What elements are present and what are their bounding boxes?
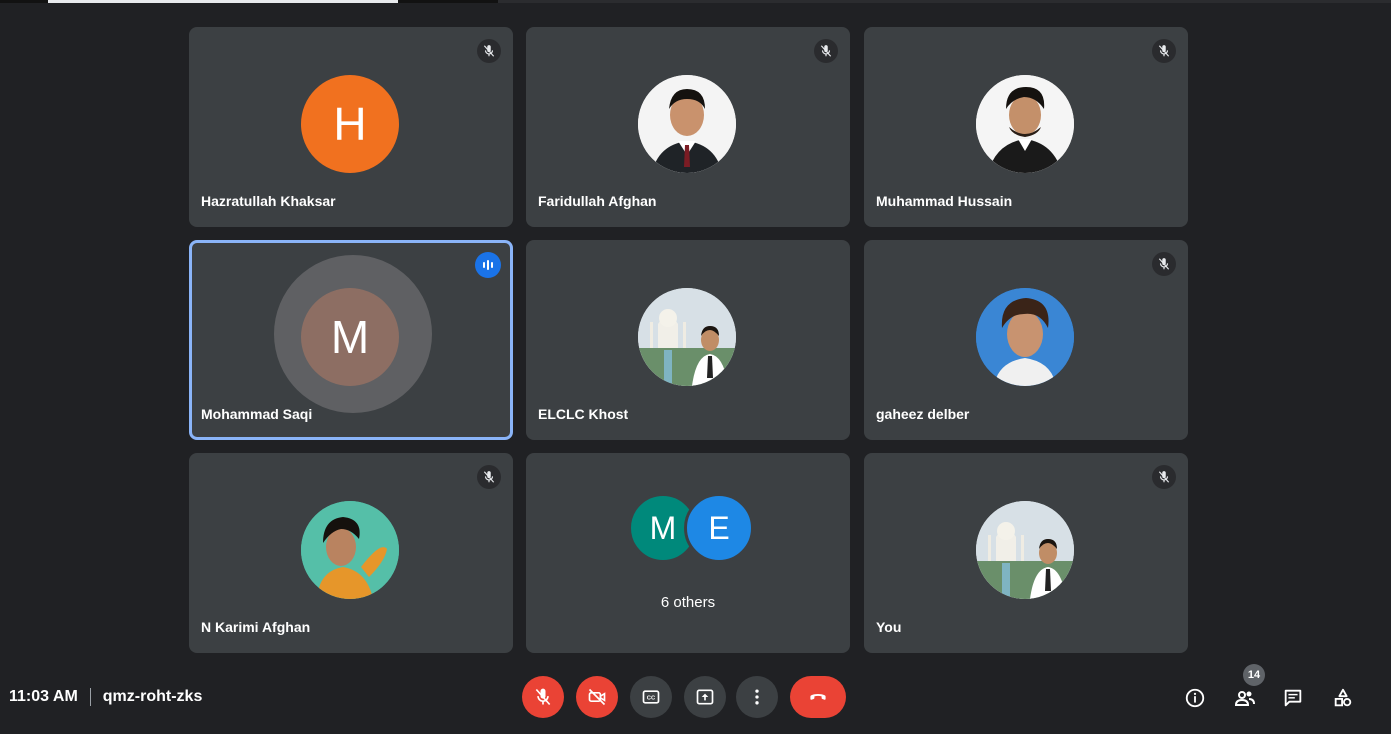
- participant-tile-hazratullah[interactable]: H Hazratullah Khaksar: [189, 27, 513, 227]
- mic-toggle-button[interactable]: [522, 676, 564, 718]
- leave-call-icon: [810, 694, 826, 700]
- divider: [89, 688, 91, 706]
- participant-name: Muhammad Hussain: [876, 193, 1013, 209]
- leave-call-button[interactable]: [790, 676, 846, 718]
- avatar-initial: H: [333, 98, 367, 150]
- info-icon: [1185, 688, 1205, 708]
- photo-avatar: [976, 75, 1074, 173]
- participant-name: Mohammad Saqi: [201, 406, 313, 422]
- participant-tile-you[interactable]: You: [864, 453, 1188, 653]
- participant-tile-faridullah[interactable]: Faridullah Afghan: [526, 27, 850, 227]
- mic-off-icon: [814, 39, 838, 63]
- participant-tile-muhammad-hussain[interactable]: Muhammad Hussain: [864, 27, 1188, 227]
- mic-off-icon: [1152, 465, 1176, 489]
- chat-button[interactable]: [1279, 684, 1307, 712]
- mic-off-icon: [1152, 39, 1176, 63]
- avatar-initial: M: [649, 509, 677, 546]
- present-now-button[interactable]: [684, 676, 726, 718]
- participant-tile-others[interactable]: M E 6 others: [526, 453, 850, 653]
- chat-icon: [1284, 689, 1302, 707]
- meeting-details: 11:03 AM qmz-roht-zks: [9, 688, 202, 706]
- participant-name: You: [876, 619, 902, 635]
- participant-tile-n-karimi[interactable]: N Karimi Afghan: [189, 453, 513, 653]
- participant-name: Faridullah Afghan: [538, 193, 657, 209]
- activities-icon: [1334, 688, 1352, 707]
- participant-tile-mohammad-saqi[interactable]: M Mohammad Saqi: [189, 240, 513, 440]
- photo-avatar: [301, 501, 399, 599]
- photo-avatar: [976, 501, 1074, 599]
- meeting-code[interactable]: qmz-roht-zks: [103, 688, 203, 706]
- participant-name: Hazratullah Khaksar: [201, 193, 336, 209]
- participant-tile-elclc-khost[interactable]: ELCLC Khost: [526, 240, 850, 440]
- present-icon: [696, 689, 714, 705]
- mic-off-icon: [477, 39, 501, 63]
- avatar: M: [301, 288, 399, 386]
- participant-name: N Karimi Afghan: [201, 619, 311, 635]
- participant-tile-gaheez-delber[interactable]: gaheez delber: [864, 240, 1188, 440]
- photo-avatar: [638, 288, 736, 386]
- activities-button[interactable]: [1329, 684, 1357, 712]
- people-icon: [1234, 691, 1255, 706]
- speaking-indicator-icon: [475, 252, 501, 278]
- more-options-icon: [755, 689, 759, 705]
- avatar-initial: M: [330, 311, 370, 363]
- captions-button[interactable]: CC: [630, 676, 672, 718]
- avatar: E: [684, 493, 754, 563]
- camera-toggle-button[interactable]: [576, 676, 618, 718]
- mic-off-icon: [1152, 252, 1176, 276]
- participant-name: ELCLC Khost: [538, 406, 629, 422]
- participant-name: gaheez delber: [876, 406, 970, 422]
- photo-avatar: [976, 288, 1074, 386]
- photo-avatar: [638, 75, 736, 173]
- captions-icon: CC: [642, 690, 660, 704]
- others-count-label: 6 others: [660, 594, 716, 611]
- people-button[interactable]: [1231, 684, 1259, 712]
- people-count-badge: 14: [1243, 664, 1265, 686]
- others-avatars: M E: [628, 493, 754, 565]
- meeting-time: 11:03 AM: [9, 688, 78, 705]
- mic-off-icon: [535, 688, 551, 706]
- camera-off-icon: [588, 688, 606, 706]
- meeting-details-button[interactable]: [1181, 684, 1209, 712]
- avatar: H: [301, 75, 399, 173]
- mic-off-icon: [477, 465, 501, 489]
- more-options-button[interactable]: [736, 676, 778, 718]
- browser-tab-strip: [0, 0, 1391, 3]
- svg-text:CC: CC: [647, 696, 656, 702]
- avatar-initial: E: [708, 509, 730, 546]
